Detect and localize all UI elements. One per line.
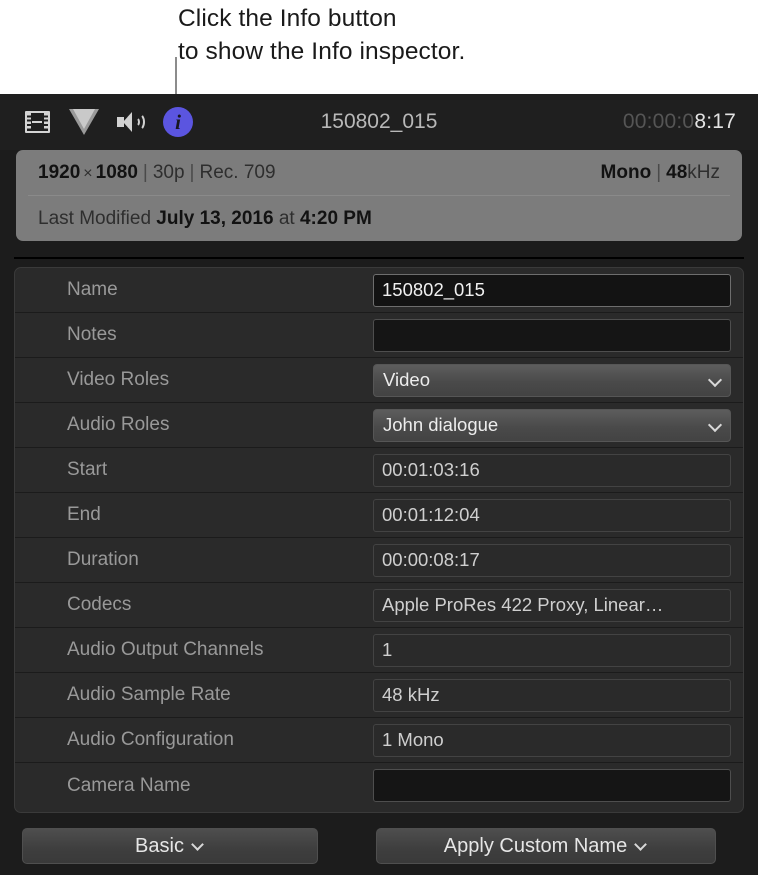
bottom-toolbar: Basic Apply Custom Name [0, 817, 758, 875]
property-label: Notes [15, 324, 373, 346]
metadata-view-button[interactable]: Basic [22, 828, 318, 864]
last-modified-at: at [279, 208, 295, 230]
summary-video-format: 1920×1080|30p|Rec. 709 [38, 162, 276, 184]
property-row: Name150802_015 [15, 268, 743, 313]
info-inspector-window: i 150802_015 00:00:08:17 1920×1080|30p|R… [0, 94, 758, 875]
summary-modified-row: Last Modified July 13, 2016 at 4:20 PM [16, 196, 742, 241]
property-text-input[interactable]: 150802_015 [373, 274, 731, 307]
property-popup-label: John dialogue [383, 414, 498, 436]
property-label: Audio Output Channels [15, 639, 373, 661]
callout-text: Click the Info button to show the Info i… [178, 2, 465, 69]
property-value-cell: Apple ProRes 422 Proxy, Linear… [373, 589, 731, 622]
property-readonly-value: Apple ProRes 422 Proxy, Linear… [373, 589, 731, 622]
property-readonly-value: 00:00:08:17 [373, 544, 731, 577]
summary-sample-rate-unit: kHz [687, 162, 720, 183]
property-text-input[interactable] [373, 769, 731, 802]
chevron-down-icon [636, 840, 648, 852]
apply-custom-name-button[interactable]: Apply Custom Name [376, 828, 716, 864]
property-label: Audio Roles [15, 414, 373, 436]
chevron-down-icon [709, 374, 722, 387]
property-readonly-value: 00:01:03:16 [373, 454, 731, 487]
property-row: Audio Roles John dialogue [15, 403, 743, 448]
speaker-icon [117, 110, 145, 134]
property-value-cell: 48 kHz [373, 679, 731, 712]
last-modified-date: July 13, 2016 [156, 208, 273, 230]
triangle-icon [69, 109, 99, 135]
chevron-down-icon [193, 840, 205, 852]
timecode-lit-part: 8:17 [694, 110, 736, 133]
metadata-view-label: Basic [135, 835, 184, 858]
property-label: Duration [15, 549, 373, 571]
callout-annotation: Click the Info button to show the Info i… [0, 0, 758, 94]
property-row: Video Roles Video [15, 358, 743, 403]
property-value-cell: 1 [373, 634, 731, 667]
summary-times: × [80, 165, 95, 182]
property-row: Audio Output Channels1 [15, 628, 743, 673]
property-row: Notes [15, 313, 743, 358]
property-label: Name [15, 279, 373, 301]
summary-sep-1: | [138, 162, 153, 183]
last-modified-label: Last Modified [38, 208, 151, 230]
property-popup-button[interactable]: Video [373, 364, 731, 397]
property-label: Video Roles [15, 369, 373, 391]
property-row: Start00:01:03:16 [15, 448, 743, 493]
timecode-dim-part: 00:00:0 [623, 110, 694, 133]
property-readonly-value: 1 [373, 634, 731, 667]
chevron-down-icon [709, 419, 722, 432]
property-row: CodecsApple ProRes 422 Proxy, Linear… [15, 583, 743, 628]
property-readonly-value: 1 Mono [373, 724, 731, 757]
summary-audio-format: Mono|48kHz [601, 162, 720, 184]
summary-colorspace: Rec. 709 [199, 162, 275, 183]
audio-inspector-button[interactable] [116, 107, 146, 137]
property-readonly-value: 00:01:12:04 [373, 499, 731, 532]
property-text-input[interactable] [373, 319, 731, 352]
inspector-tab-bar: i [0, 107, 193, 137]
video-inspector-button[interactable] [22, 107, 52, 137]
summary-framerate: 30p [153, 162, 185, 183]
apply-custom-name-label: Apply Custom Name [444, 835, 627, 858]
property-value-cell: 00:01:03:16 [373, 454, 731, 487]
filmstrip-icon [25, 111, 50, 133]
panel-separator [14, 257, 744, 259]
property-popup-label: Video [383, 369, 430, 391]
summary-sep-2: | [185, 162, 200, 183]
property-label: Camera Name [15, 775, 373, 797]
summary-sep-3: | [651, 162, 666, 183]
last-modified-time: 4:20 PM [300, 208, 372, 230]
property-row: Duration00:00:08:17 [15, 538, 743, 583]
property-label: Start [15, 459, 373, 481]
properties-list[interactable]: Name150802_015NotesVideo RolesVideoAudio… [14, 267, 744, 813]
property-label: Audio Sample Rate [15, 684, 373, 706]
clip-summary-bar: 1920×1080|30p|Rec. 709 Mono|48kHz Last M… [16, 150, 742, 241]
property-label: Audio Configuration [15, 729, 373, 751]
property-row: Audio Configuration1 Mono [15, 718, 743, 763]
property-row: Audio Sample Rate48 kHz [15, 673, 743, 718]
property-value-cell: 1 Mono [373, 724, 731, 757]
timecode-display: 00:00:08:17 [623, 110, 736, 134]
property-row: Camera Name [15, 763, 743, 808]
property-label: Codecs [15, 594, 373, 616]
property-value-cell: Video [373, 364, 731, 397]
summary-format-row: 1920×1080|30p|Rec. 709 Mono|48kHz [16, 150, 742, 195]
property-label: End [15, 504, 373, 526]
property-value-cell [373, 769, 731, 802]
summary-sample-rate-number: 48 [666, 162, 687, 183]
summary-height: 1080 [96, 162, 138, 183]
property-value-cell: 150802_015 [373, 274, 731, 307]
summary-audio-channels: Mono [601, 162, 652, 183]
property-value-cell: 00:01:12:04 [373, 499, 731, 532]
inspector-header: i 150802_015 00:00:08:17 [0, 94, 758, 150]
property-value-cell: 00:00:08:17 [373, 544, 731, 577]
property-popup-button[interactable]: John dialogue [373, 409, 731, 442]
info-icon[interactable]: i [163, 107, 193, 137]
property-value-cell [373, 319, 731, 352]
property-readonly-value: 48 kHz [373, 679, 731, 712]
property-row: End00:01:12:04 [15, 493, 743, 538]
summary-width: 1920 [38, 162, 80, 183]
color-inspector-button[interactable] [69, 107, 99, 137]
property-value-cell: John dialogue [373, 409, 731, 442]
